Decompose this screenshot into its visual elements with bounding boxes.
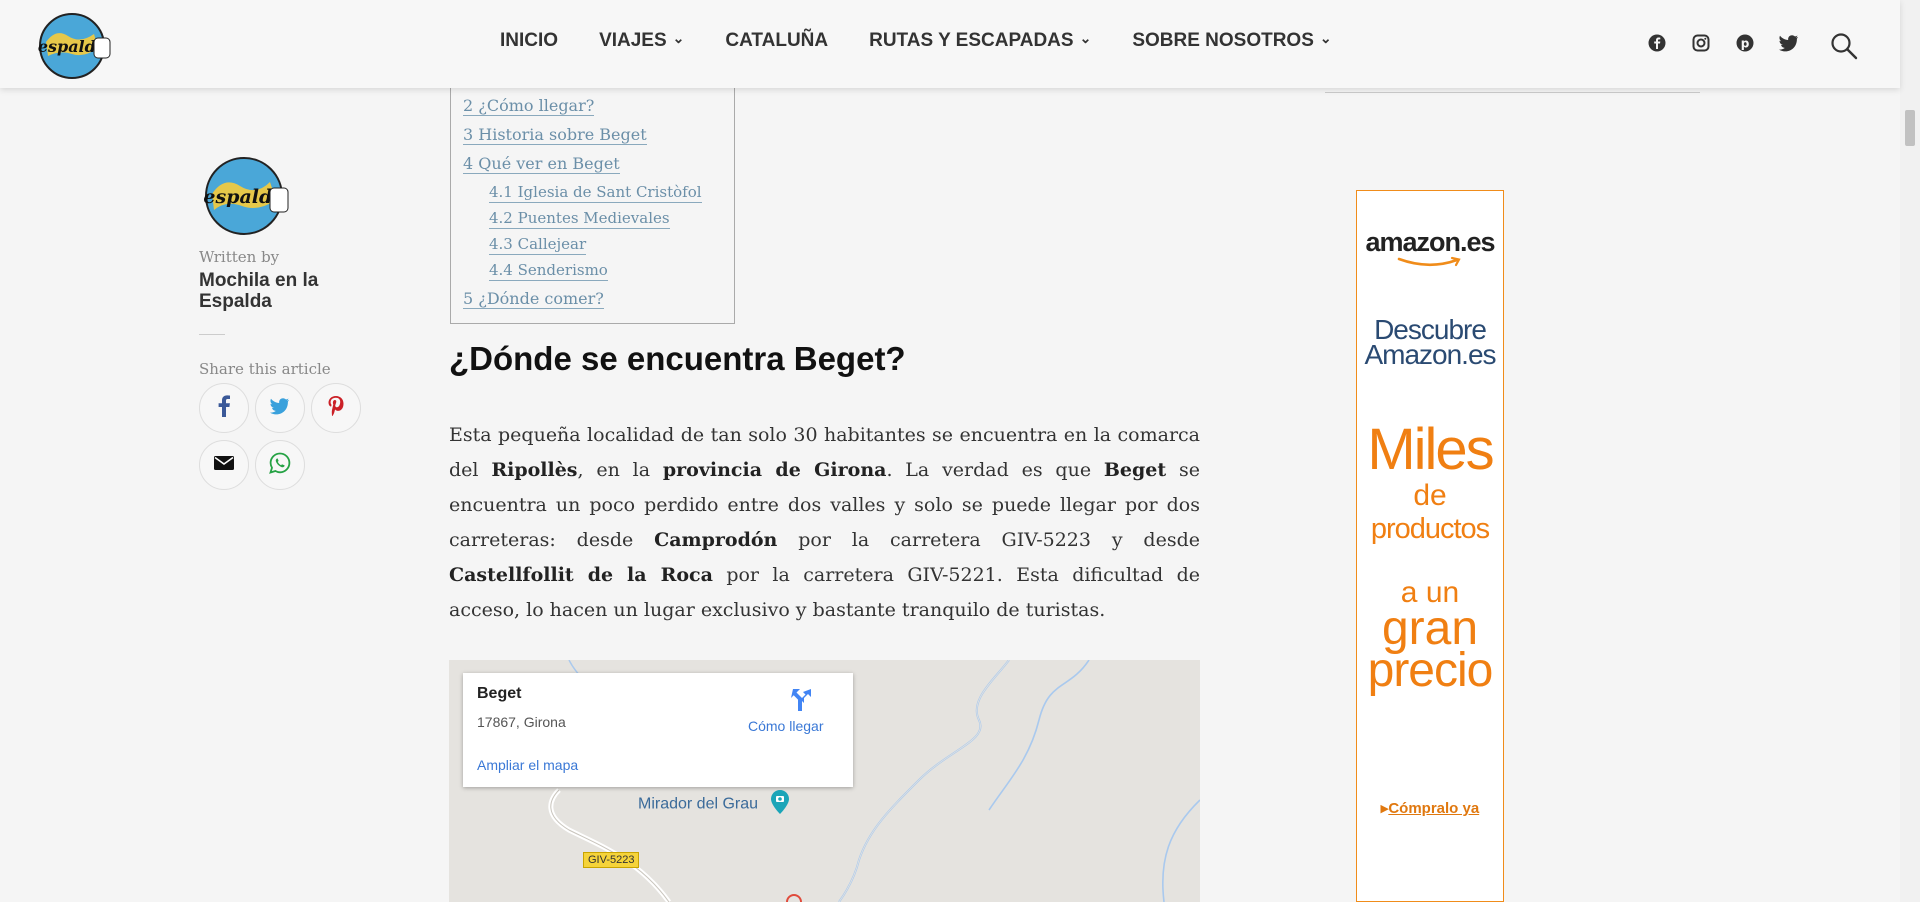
pinterest-icon[interactable]: p	[1734, 32, 1756, 54]
nav-item-sobre-nosotros[interactable]: SOBRE NOSOTROS ⌄	[1132, 30, 1331, 52]
amazon-ad-banner[interactable]: amazon.es Descubre Amazon.es Miles de pr…	[1356, 190, 1504, 902]
toc-link[interactable]: 4.4 Senderismo	[489, 261, 608, 281]
bold-text: Beget	[1103, 459, 1167, 481]
share-pinterest-button[interactable]	[311, 383, 361, 433]
site-header: espalda INICIO VIAJES ⌄ CATALUÑA RUTAS Y ESC…	[0, 0, 1900, 88]
facebook-icon	[217, 395, 231, 421]
share-label: Share this article	[199, 360, 331, 378]
share-email-button[interactable]	[199, 440, 249, 490]
ad-tagline: Descubre Amazon.es	[1364, 314, 1496, 370]
map-place-title: Beget	[477, 685, 522, 702]
chevron-down-icon: ⌄	[672, 29, 685, 46]
email-icon	[214, 455, 234, 475]
ad-brand: amazon.es	[1365, 227, 1495, 257]
chevron-down-icon: ⌄	[1319, 29, 1332, 46]
text-span: . La verdad es que	[886, 459, 1104, 481]
toc-link[interactable]: 3 Historia sobre Beget	[463, 125, 647, 145]
directions-icon[interactable]	[789, 687, 815, 713]
share-facebook-button[interactable]	[199, 383, 249, 433]
nav-item-cataluña[interactable]: CATALUÑA	[725, 30, 828, 52]
svg-text:p: p	[1741, 37, 1750, 51]
scrollbar-thumb[interactable]	[1905, 110, 1915, 146]
author-name[interactable]: Mochila en la Espalda	[199, 270, 349, 312]
bold-text: provincia de Girona	[662, 459, 887, 481]
text-span: , en la	[577, 459, 663, 481]
ad-headline: Miles de productos a un gran precio	[1367, 417, 1494, 697]
sidebar-divider	[1325, 92, 1700, 93]
search-icon[interactable]	[1830, 32, 1858, 60]
instagram-icon[interactable]	[1690, 32, 1712, 54]
text-span: por la carretera GIV-5223 y desde	[777, 529, 1200, 551]
toc-link[interactable]: 4.2 Puentes Medievales	[489, 209, 670, 229]
toc-link[interactable]: 4.1 Iglesia de Sant Cristòfol	[489, 183, 702, 203]
amazon-smile-icon	[1395, 256, 1465, 270]
twitter-icon	[269, 397, 291, 419]
nav-item-rutas-y-escapadas[interactable]: RUTAS Y ESCAPADAS ⌄	[869, 30, 1091, 52]
page-scrollbar[interactable]	[1900, 0, 1920, 902]
main-nav: INICIO VIAJES ⌄ CATALUÑA RUTAS Y ESCAPADAS ⌄ S…	[500, 30, 1373, 52]
map-info-card: Beget 17867, Girona Ampliar el mapa Cómo…	[463, 673, 853, 787]
article-paragraph: Esta pequeña localidad de tan solo 30 ha…	[449, 418, 1200, 628]
nav-item-viajes[interactable]: VIAJES ⌄	[599, 30, 684, 52]
text-span: lugar exclusivo y bastante tranquilo de …	[643, 599, 1106, 621]
facebook-icon[interactable]	[1646, 32, 1668, 54]
share-whatsapp-button[interactable]	[255, 440, 305, 490]
whatsapp-icon	[269, 452, 291, 478]
map-pin-icon	[770, 790, 789, 819]
header-social: p	[1646, 32, 1800, 54]
share-twitter-button[interactable]	[255, 383, 305, 433]
chevron-down-icon: ⌄	[1079, 29, 1092, 46]
toc-link[interactable]: 5 ¿Dónde comer?	[463, 289, 604, 309]
directions-link[interactable]: Cómo llegar	[748, 718, 823, 734]
twitter-icon[interactable]	[1778, 32, 1800, 54]
enlarge-map-link[interactable]: Ampliar el mapa	[477, 757, 578, 773]
divider	[199, 334, 225, 335]
section-heading: ¿Dónde se encuentra Beget?	[449, 340, 906, 377]
bold-text: Camprodón	[654, 529, 778, 551]
ad-cta-link[interactable]: ▸Cómpralo ya	[1357, 799, 1503, 817]
toc-link[interactable]: 4.3 Callejear	[489, 235, 587, 255]
toc-link[interactable]: 4 Qué ver en Beget	[463, 154, 620, 174]
map-address: 17867, Girona	[477, 714, 566, 730]
author-avatar[interactable]: espalda	[198, 150, 294, 240]
written-by-label: Written by	[199, 248, 280, 266]
map-poi-label[interactable]: Mirador del Grau	[638, 790, 789, 819]
bold-text: Ripollès	[491, 459, 578, 481]
nav-item-inicio[interactable]: INICIO	[500, 30, 558, 52]
toc-link[interactable]: 2 ¿Cómo llegar?	[463, 96, 595, 116]
pinterest-icon	[327, 395, 345, 421]
site-logo[interactable]: espalda	[36, 8, 114, 80]
road-shield: GIV-5223	[583, 852, 640, 868]
bold-text: Castellfollit de la Roca	[449, 564, 713, 586]
